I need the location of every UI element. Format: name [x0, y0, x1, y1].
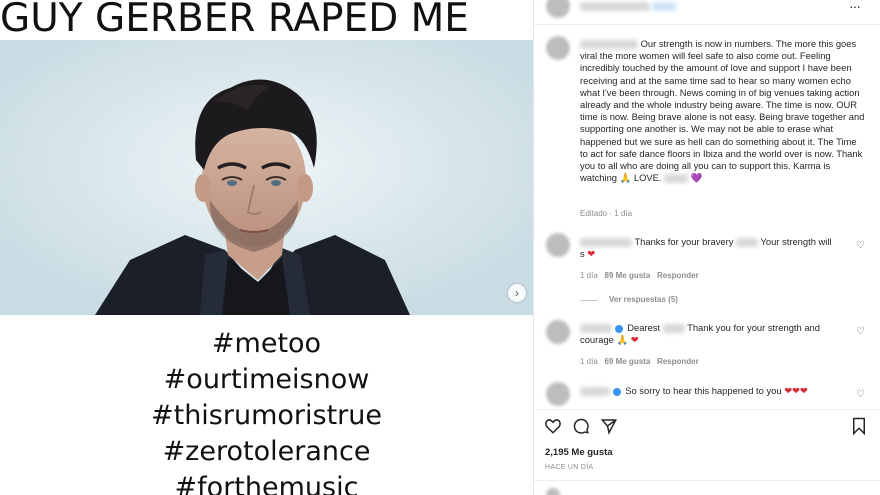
- comment-icon[interactable]: [572, 417, 590, 435]
- comment-username-redacted[interactable]: [580, 324, 612, 334]
- comment-1-text-b: Your strength will: [760, 236, 832, 247]
- purple-heart-emoji: 💜: [690, 172, 703, 184]
- view-replies-button[interactable]: Ver respuestas (5): [609, 295, 678, 304]
- heart-icon[interactable]: [544, 417, 562, 435]
- hashtag: #zerotolerance: [162, 436, 371, 467]
- replies-line: [580, 300, 598, 301]
- author-avatar[interactable]: [546, 0, 570, 18]
- chevron-right-icon: ›: [515, 286, 519, 300]
- bottom-divider: [534, 480, 880, 481]
- hashtag: #forthemusic: [174, 472, 359, 495]
- comment-username-redacted[interactable]: [580, 238, 632, 248]
- comment-avatar[interactable]: [546, 233, 570, 257]
- caption-meta: Editado · 1 día: [580, 209, 633, 218]
- caption-end: LOVE.: [633, 172, 662, 184]
- hashtag: #metoo: [211, 328, 322, 359]
- comment-2-meta: 1 día 69 Me gusta Responder: [580, 357, 699, 366]
- redacted-name: [736, 238, 759, 248]
- caption-username-redacted[interactable]: [580, 40, 638, 50]
- comment-1-text-c: s: [580, 248, 585, 260]
- caption-avatar[interactable]: [546, 36, 570, 60]
- comment-2-text-a: Dearest: [627, 322, 661, 333]
- comment-avatar[interactable]: [546, 382, 570, 406]
- action-bar: [544, 417, 874, 439]
- comment-3: So sorry to hear this happened to you ❤❤…: [580, 385, 850, 397]
- comment-likes[interactable]: 89 Me gusta: [604, 271, 650, 280]
- header-divider: [534, 24, 880, 25]
- like-comment-heart-icon[interactable]: ♡: [856, 326, 865, 337]
- red-heart-emoji: ❤: [587, 248, 596, 260]
- portrait-photo: ›: [0, 40, 533, 315]
- portrait-illustration: [0, 40, 533, 315]
- comment-avatar[interactable]: [546, 320, 570, 344]
- actions-divider: [534, 409, 880, 410]
- post-headline: GUY GERBER RAPED ME: [0, 0, 469, 41]
- comment-2-text-b: Thank you for your strength and: [687, 322, 820, 333]
- hashtag: #ourtimeisnow: [163, 364, 370, 395]
- send-icon[interactable]: [600, 417, 618, 435]
- follow-link-redacted[interactable]: [652, 2, 676, 11]
- pray-emoji: 🙏: [619, 172, 632, 184]
- hashtag-list: #metoo #ourtimeisnow #thisrumoristrue #z…: [0, 326, 533, 495]
- comment-2-text-c: courage: [580, 334, 614, 346]
- post-likes-count[interactable]: 2,195 Me gusta: [545, 447, 613, 458]
- caption-text: Our strength is now in numbers. The more…: [580, 38, 865, 184]
- more-options-icon[interactable]: ···: [849, 0, 861, 14]
- red-hearts-emoji: ❤❤❤: [784, 385, 808, 396]
- reply-button[interactable]: Responder: [657, 357, 699, 366]
- comment-input-emoji-icon[interactable]: [546, 488, 560, 495]
- comment-time: 1 día: [580, 271, 598, 280]
- comment-likes[interactable]: 69 Me gusta: [604, 357, 650, 366]
- like-comment-heart-icon[interactable]: ♡: [856, 240, 865, 251]
- verified-badge-icon: [612, 387, 621, 396]
- comment-time: 1 día: [580, 357, 598, 366]
- comment-2: Dearest Thank you for your strength and …: [580, 322, 850, 346]
- comment-1-text-a: Thanks for your bravery: [634, 236, 734, 247]
- comment-1: Thanks for your bravery Your strength wi…: [580, 236, 845, 260]
- verified-badge-icon: [614, 324, 623, 333]
- pray-emoji: 🙏: [616, 334, 629, 346]
- like-comment-heart-icon[interactable]: ♡: [856, 389, 865, 400]
- comment-username-redacted[interactable]: [580, 387, 610, 397]
- bookmark-icon[interactable]: [851, 417, 867, 435]
- comment-3-text: So sorry to hear this happened to you: [625, 385, 782, 396]
- redacted-name: [662, 324, 685, 334]
- post-time-ago: HACE UN DÍA: [545, 464, 594, 471]
- comment-1-meta: 1 día 89 Me gusta Responder: [580, 271, 699, 280]
- carousel-next-button[interactable]: ›: [508, 284, 526, 302]
- author-username-redacted[interactable]: [580, 2, 650, 11]
- comments-panel: ··· Our strength is now in numbers. The …: [533, 0, 880, 495]
- hashtag: #thisrumoristrue: [150, 400, 382, 431]
- red-heart-emoji: ❤: [630, 334, 639, 346]
- redacted-name: [664, 174, 689, 184]
- post-image: GUY GERBER RAPED ME › #metoo #ourtimeisn…: [0, 0, 533, 495]
- reply-button[interactable]: Responder: [657, 271, 699, 280]
- caption: Our strength is now in numbers. The more…: [580, 38, 865, 184]
